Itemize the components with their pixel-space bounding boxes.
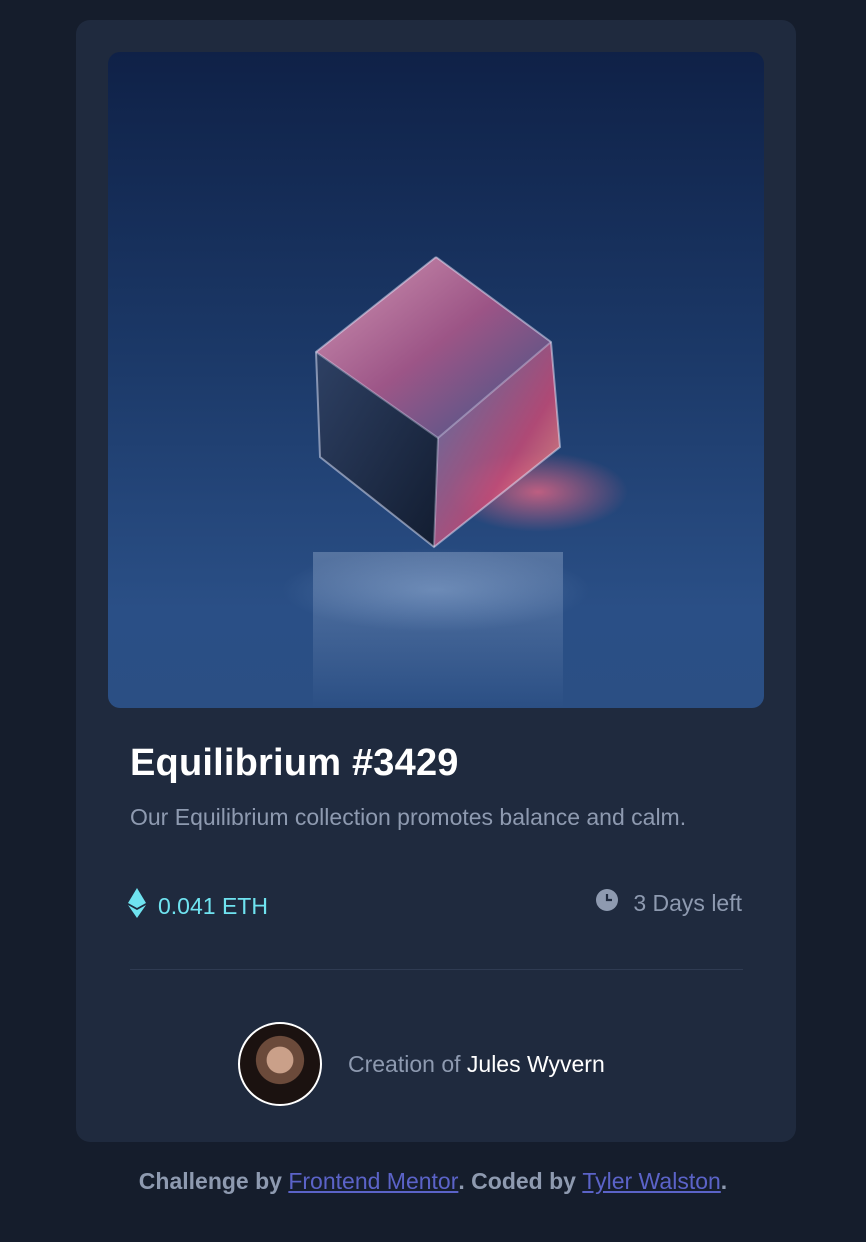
equilibrium-image[interactable] [108,52,764,708]
footer-period: . [720,1168,728,1194]
tyler-walston-link[interactable]: Tyler Walston [582,1168,720,1194]
attribution: Challenge by Frontend Mentor. Coded by T… [0,1168,866,1195]
creator-prefix: Creation of [348,1050,461,1077]
card-title[interactable]: Equilibrium #3429 [130,742,459,785]
time-left-info: 3 Days left [595,888,742,918]
nft-card: Equilibrium #3429 Our Equilibrium collec… [76,20,796,1142]
card-description: Our Equilibrium collection promotes bala… [130,804,687,830]
creator-info: Creation of Jules Wyvern [238,1022,605,1106]
creator-name[interactable]: Jules Wyvern [467,1051,605,1077]
clock-icon [595,888,619,918]
coded-by-text: . Coded by [458,1168,576,1194]
price-value: 0.041 ETH [158,892,268,919]
price-info: 0.041 ETH [128,888,268,924]
challenge-prefix: Challenge by [138,1168,282,1194]
ethereum-icon [128,888,146,924]
creator-text: Creation of Jules Wyvern [348,1051,605,1078]
time-left-value: 3 Days left [633,889,742,916]
avatar [238,1022,322,1106]
frontend-mentor-link[interactable]: Frontend Mentor [288,1168,458,1194]
divider [130,969,743,970]
cube-illustration [313,256,628,708]
